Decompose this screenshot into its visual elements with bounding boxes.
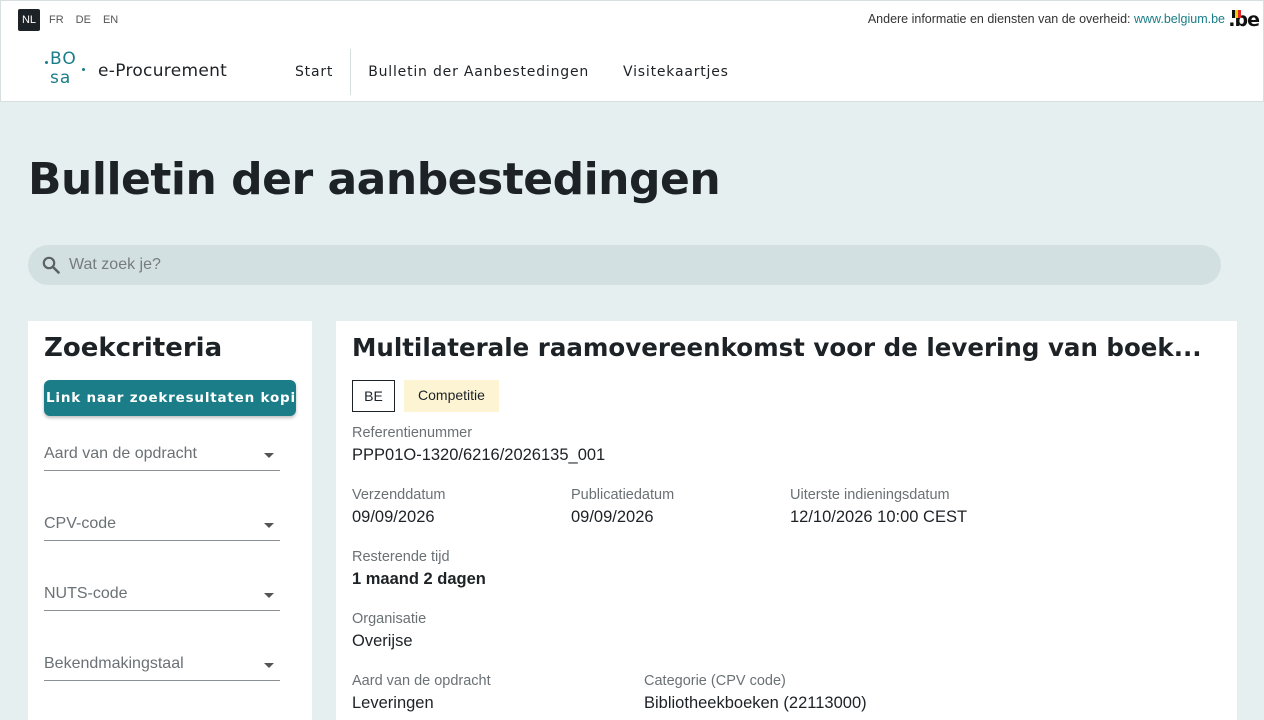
top-header: NL FR DE EN Andere informatie en dienste…	[0, 0, 1264, 102]
lang-nl[interactable]: NL	[18, 9, 40, 31]
lang-en[interactable]: EN	[103, 9, 118, 31]
copy-link-button[interactable]: Link naar zoekresultaten kopiëren	[44, 380, 296, 416]
chevron-down-icon	[264, 523, 274, 528]
bosa-logo: BO sa	[45, 51, 87, 91]
sent-date-value: 09/09/2026	[352, 508, 435, 526]
belgium-link[interactable]: www.belgium.be	[1134, 12, 1225, 26]
remaining-time-label: Resterende tijd	[352, 549, 450, 565]
notice-title[interactable]: Multilaterale raamovereenkomst voor de l…	[352, 333, 1202, 362]
publication-date-value: 09/09/2026	[571, 508, 654, 526]
search-icon[interactable]	[42, 256, 60, 274]
filter-label: Aard van de opdracht	[44, 445, 197, 462]
notice-card[interactable]: Multilaterale raamovereenkomst voor de l…	[336, 321, 1237, 720]
gov-info-text: Andere informatie en diensten van de ove…	[867, 12, 1134, 26]
organisation-label: Organisatie	[352, 611, 427, 627]
lang-de[interactable]: DE	[76, 9, 91, 31]
remaining-time-value: 1 maand 2 dagen	[352, 570, 486, 588]
category-value: Bibliotheekboeken (22113000)	[644, 694, 867, 712]
filter-nuts-code[interactable]: NUTS-code	[44, 581, 280, 611]
search-criteria-panel: Zoekcriteria Link naar zoekresultaten ko…	[28, 321, 312, 720]
brand-name: e-Procurement	[98, 61, 228, 81]
sent-date-label: Verzenddatum	[352, 487, 446, 503]
nav-bulletin[interactable]: Bulletin der Aanbestedingen	[351, 49, 606, 95]
gov-info: Andere informatie en diensten van de ove…	[868, 12, 1225, 26]
contract-type-value: Leveringen	[352, 694, 434, 712]
filter-label: NUTS-code	[44, 585, 128, 602]
deadline-value: 12/10/2026 10:00 CEST	[790, 508, 968, 526]
search-bar	[28, 245, 1221, 285]
reference-value: PPP01O-1320/6216/2026135_001	[352, 446, 606, 464]
nav-visitekaartjes[interactable]: Visitekaartjes	[606, 49, 746, 95]
filter-publication-language[interactable]: Bekendmakingstaal	[44, 651, 280, 681]
lang-fr[interactable]: FR	[49, 9, 64, 31]
publication-date-label: Publicatiedatum	[571, 487, 675, 503]
organisation-value: Overijse	[352, 632, 413, 650]
deadline-label: Uiterste indieningsdatum	[790, 487, 950, 503]
be-logo[interactable]: .be	[1228, 9, 1260, 31]
status-badge: Competitie	[404, 380, 499, 412]
filter-label: CPV-code	[44, 515, 117, 532]
chevron-down-icon	[264, 453, 274, 458]
reference-label: Referentienummer	[352, 425, 473, 441]
contract-type-label: Aard van de opdracht	[352, 673, 491, 689]
filter-label: Bekendmakingstaal	[44, 655, 184, 672]
search-input[interactable]	[69, 245, 1209, 285]
page-title: Bulletin der aanbestedingen	[28, 154, 721, 205]
chevron-down-icon	[264, 663, 274, 668]
brand[interactable]: BO sa e-Procurement	[45, 51, 227, 91]
logo-top: BO	[50, 49, 77, 69]
filter-cpv-code[interactable]: CPV-code	[44, 511, 280, 541]
category-label: Categorie (CPV code)	[644, 673, 786, 689]
sidebar-title: Zoekcriteria	[44, 333, 223, 363]
main-nav: Start Bulletin der Aanbestedingen Visite…	[278, 49, 746, 95]
chevron-down-icon	[264, 593, 274, 598]
filter-contract-type[interactable]: Aard van de opdracht	[44, 441, 280, 471]
country-tag: BE	[352, 380, 395, 412]
logo-bottom: sa	[50, 68, 72, 88]
language-switcher: NL FR DE EN	[18, 9, 130, 31]
belgian-flag-icon	[1232, 10, 1242, 18]
nav-start[interactable]: Start	[278, 49, 352, 95]
